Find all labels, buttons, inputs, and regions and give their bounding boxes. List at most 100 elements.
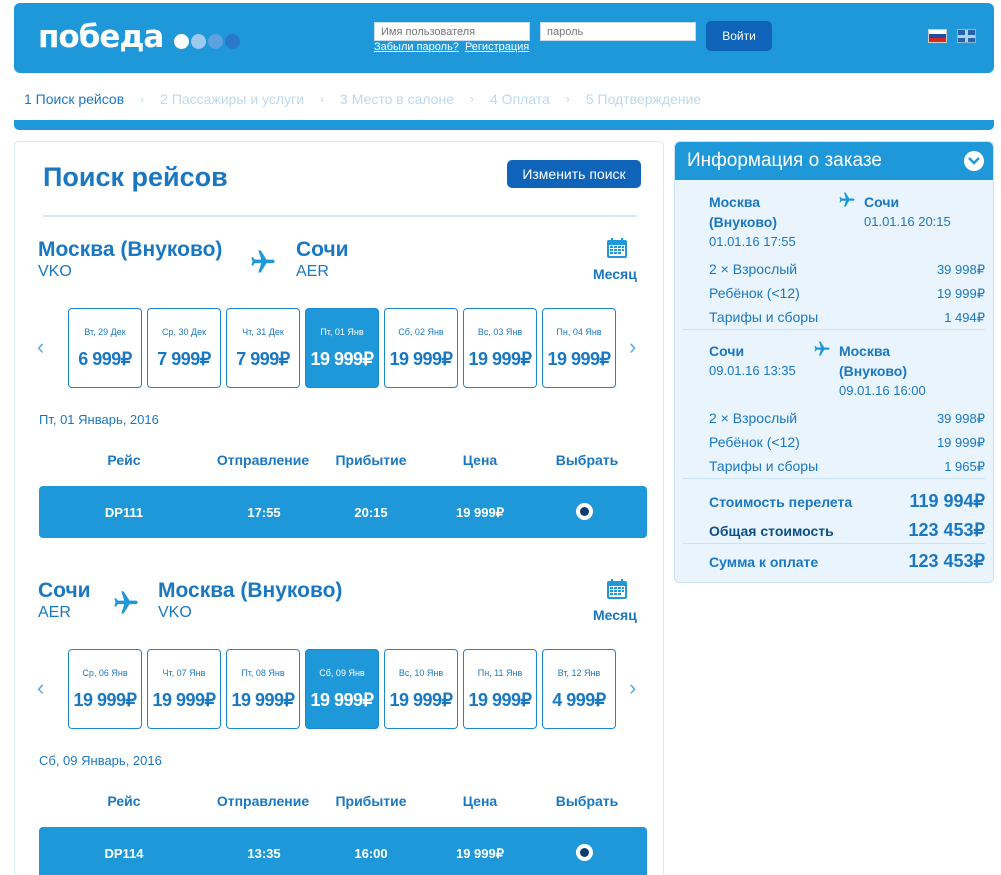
leg-to-datetime: 01.01.16 20:15: [864, 214, 951, 229]
day-price: 7 999₽: [157, 349, 211, 369]
route-to-city: Сочи: [296, 238, 349, 261]
day-price: 19 999₽: [231, 690, 295, 710]
col-select: Выбрать: [555, 793, 619, 809]
logo-dots: [174, 34, 240, 49]
select-radio[interactable]: [576, 844, 593, 861]
logo-dot: [174, 34, 189, 49]
password-input[interactable]: [540, 22, 696, 41]
route-return: Сочи AER Москва (Внуково) VKO Месяц ‹ Ср…: [15, 483, 665, 875]
selected-date-heading: Пт, 01 Январь, 2016: [39, 412, 159, 427]
chevron-right-icon[interactable]: ›: [629, 334, 636, 360]
col-arrival: Прибытие: [335, 793, 407, 809]
total-value: 123 453₽: [908, 520, 985, 540]
day-price: 19 999₽: [389, 349, 453, 369]
adult-label: 2 × Взрослый: [709, 261, 798, 277]
day-price: 19 999₽: [73, 690, 137, 710]
leg-from-city: Сочи: [709, 343, 745, 359]
day-date: Ср, 30 Дек: [161, 327, 207, 337]
col-arrival: Прибытие: [335, 452, 407, 468]
plane-icon: [114, 591, 138, 614]
fees-value: 1 965₽: [944, 459, 985, 474]
day-price: 6 999₽: [78, 349, 132, 369]
step-confirmation: 5 Подтверждение: [585, 91, 702, 107]
day-card[interactable]: Чт, 07 Янв 19 999₽: [147, 649, 221, 729]
day-card-selected[interactable]: Пт, 01 Янв 19 999₽: [305, 308, 379, 388]
day-card[interactable]: Пн, 11 Янв 19 999₽: [463, 649, 537, 729]
col-flight: Рейс: [107, 793, 141, 809]
day-card[interactable]: Пт, 08 Янв 19 999₽: [226, 649, 300, 729]
day-card[interactable]: Ср, 30 Дек 7 999₽: [147, 308, 221, 388]
chevron-left-icon[interactable]: ‹: [37, 334, 44, 360]
plane-icon: [839, 192, 855, 207]
login-links: Забыли пароль? Регистрация: [374, 41, 535, 53]
step-separator-icon: ›: [470, 92, 474, 106]
day-price: 19 999₽: [468, 690, 532, 710]
route-to-code: AER: [296, 263, 329, 280]
chevron-down-icon[interactable]: [964, 151, 984, 171]
fees-label: Тарифы и сборы: [709, 458, 819, 474]
register-link[interactable]: Регистрация: [465, 41, 529, 53]
day-card[interactable]: Сб, 02 Янв 19 999₽: [384, 308, 458, 388]
child-value: 19 999₽: [936, 286, 985, 301]
day-date: Ср, 06 Янв: [82, 668, 128, 678]
flight-row[interactable]: DP114 13:35 16:00 19 999₽: [39, 827, 647, 875]
leg-from-city: Москва: [709, 194, 761, 210]
flight-cost-value: 119 994₽: [909, 491, 985, 511]
order-info-header[interactable]: Информация о заказе: [675, 142, 993, 180]
route-to-city: Москва (Внуково): [158, 579, 343, 602]
col-flight: Рейс: [107, 452, 141, 468]
chevron-right-icon[interactable]: ›: [629, 675, 636, 701]
col-departure: Отправление: [216, 793, 310, 809]
day-card[interactable]: Вс, 03 Янв 19 999₽: [463, 308, 537, 388]
adult-label: 2 × Взрослый: [709, 410, 798, 426]
selected-date-heading: Сб, 09 Январь, 2016: [39, 753, 162, 768]
order-info-panel: Информация о заказе Москва (Внуково) 01.…: [674, 141, 994, 583]
day-date: Сб, 02 Янв: [398, 327, 444, 337]
day-date: Пт, 08 Янв: [241, 668, 285, 678]
child-value: 19 999₽: [936, 435, 985, 450]
flight-search-panel: Поиск рейсов Изменить поиск Москва (Внук…: [14, 141, 664, 875]
calendar-month-link[interactable]: Месяц: [593, 607, 637, 623]
day-card[interactable]: Вт, 12 Янв 4 999₽: [542, 649, 616, 729]
adult-value: 39 998₽: [936, 411, 985, 426]
divider: [683, 329, 985, 330]
step-separator-icon: ›: [320, 92, 325, 106]
day-card-selected[interactable]: Сб, 09 Янв 19 999₽: [305, 649, 379, 729]
step-search[interactable]: 1 Поиск рейсов: [24, 91, 124, 107]
day-card[interactable]: Пн, 04 Янв 19 999₽: [542, 308, 616, 388]
day-price: 7 999₽: [236, 349, 290, 369]
flag-en-icon[interactable]: [957, 29, 976, 43]
username-input[interactable]: [374, 22, 530, 41]
leg-to-city-sub: (Внуково): [839, 363, 908, 379]
day-card[interactable]: Чт, 31 Дек 7 999₽: [226, 308, 300, 388]
calendar-month-link[interactable]: Месяц: [593, 266, 637, 282]
to-pay-label: Сумма к оплате: [709, 554, 819, 570]
calendar-icon[interactable]: [605, 577, 629, 601]
logo[interactable]: победа: [38, 19, 164, 55]
col-departure: Отправление: [216, 452, 310, 468]
day-date: Пн, 04 Янв: [556, 327, 602, 337]
day-price: 19 999₽: [152, 690, 216, 710]
child-label: Ребёнок (<12): [709, 434, 800, 450]
route-outbound: Москва (Внуково) VKO Сочи AER Месяц ‹ Вт…: [15, 142, 665, 538]
day-card[interactable]: Вс, 10 Янв 19 999₽: [384, 649, 458, 729]
day-card[interactable]: Ср, 06 Янв 19 999₽: [68, 649, 142, 729]
logo-dot: [225, 34, 240, 49]
forgot-password-link[interactable]: Забыли пароль?: [374, 41, 459, 53]
calendar-icon[interactable]: [605, 236, 629, 260]
flag-ru-icon[interactable]: [928, 29, 947, 43]
day-price: 19 999₽: [468, 349, 532, 369]
booking-steps: 1 Поиск рейсов › 2 Пассажиры и услуги › …: [24, 91, 701, 107]
day-card[interactable]: Вт, 29 Дек 6 999₽: [68, 308, 142, 388]
order-info-title: Информация о заказе: [687, 150, 882, 171]
flight-number: DP114: [104, 846, 144, 861]
login-button[interactable]: Войти: [706, 21, 772, 51]
to-pay-value: 123 453₽: [908, 551, 985, 571]
chevron-left-icon[interactable]: ‹: [37, 675, 44, 701]
leg-from-city-sub: (Внуково): [709, 214, 778, 230]
step-separator-icon: ›: [140, 92, 145, 106]
flight-cost-label: Стоимость перелета: [709, 494, 853, 510]
day-price: 4 999₽: [552, 690, 606, 710]
day-price: 19 999₽: [547, 349, 611, 369]
day-date: Вс, 03 Янв: [477, 327, 523, 337]
